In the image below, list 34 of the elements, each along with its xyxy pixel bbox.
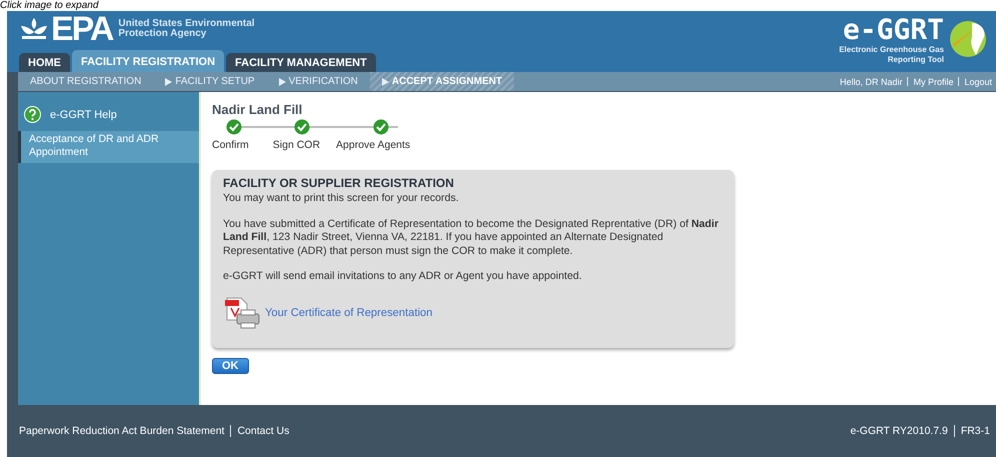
subnav-item[interactable]: VERIFICATION [266,72,370,91]
subnav-item[interactable]: ABOUT REGISTRATION [18,72,154,91]
agency-name: United States Environmental Protection Agency [118,19,256,39]
nav-tab[interactable]: HOME [19,53,70,72]
help-link[interactable]: e-GGRT Help [50,108,117,120]
page-code: FR3-1 [954,425,996,437]
paragraph: You may want to print this screen for your records. [223,192,460,206]
panel-title: FACILITY OR SUPPLIER REGISTRATION [223,176,455,190]
ok-button[interactable]: OK [212,358,248,374]
version-label: e-GGRT RY2010.7.9 [850,425,949,437]
facility-name: Nadir Land Fill [212,102,304,117]
paragraph: You have submitted a Certificate of Representation to become the Designated Reprentative (DR) of Nadir Land Fill, 123 Nadir Street, Vienna VA, 22181. If you have appointed an Alternate Designated Representative (ADR) that person must sign the COR to make it complete. [223,218,720,258]
footer-link[interactable]: Paperwork Reduction Act Burden Statement [19,425,230,437]
paragraph: e-GGRT will send email invitations to any ADR or Agent you have appointed. [223,270,583,284]
certificate-link[interactable]: Your Certificate of Representation [265,306,432,318]
pdf-printer-icon [223,296,261,330]
sidebar-item[interactable]: Acceptance of DR and ADR Appointment [18,131,199,163]
nav-tab[interactable]: FACILITY REGISTRATION [72,50,224,72]
step-label: Confirm [212,139,249,151]
footer-link[interactable]: Contact Us [230,425,296,437]
nav-tab[interactable]: FACILITY MANAGEMENT [226,53,376,72]
user-link[interactable]: My Profile [913,76,954,86]
flower-logo-icon [19,16,49,42]
agency-logo: EPA [51,14,112,44]
tool-name: Electronic Greenhouse Gas Reporting Tool [838,45,944,65]
user-link[interactable]: Logout [964,76,992,86]
tool-logo: e-GGRT [842,15,944,45]
step-label: Sign COR [272,139,320,151]
caption: Click image to expand [0,0,100,11]
subnav-item[interactable]: FACILITY SETUP [153,72,267,91]
help-icon [24,106,41,123]
step-label: Approve Agents [336,139,410,151]
greeting-link[interactable]: Hello, DR Nadir [840,76,902,86]
subnav-item[interactable]: ACCEPT ASSIGNMENT [370,72,514,91]
